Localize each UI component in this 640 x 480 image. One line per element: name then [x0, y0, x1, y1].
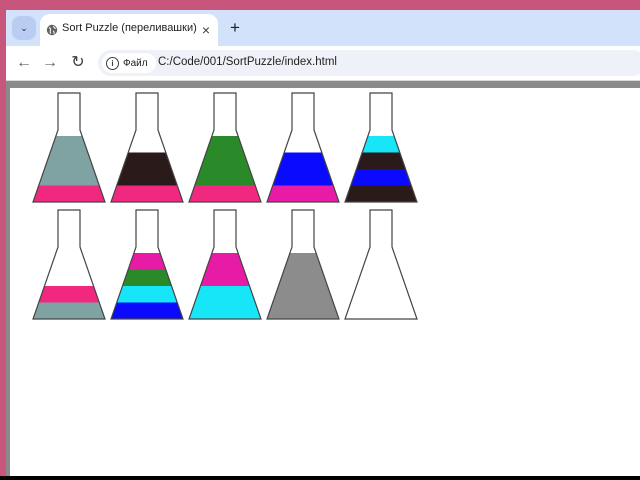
tab-search-button[interactable]: ⌄: [12, 16, 36, 40]
liquid-layer: [50, 136, 88, 153]
liquid-layer: [194, 286, 256, 303]
flask-6[interactable]: [32, 209, 106, 321]
close-icon[interactable]: ×: [198, 22, 214, 38]
site-info-chip[interactable]: i Файл: [102, 53, 156, 73]
liquid-layer: [189, 185, 261, 202]
liquid-layer: [278, 269, 328, 286]
liquid-layer: [356, 152, 406, 169]
liquid-layer: [206, 253, 244, 270]
liquid-layer: [267, 185, 339, 202]
window-frame-bottom: [0, 476, 640, 480]
liquid-layer: [362, 136, 400, 153]
liquid-layer: [38, 169, 100, 186]
liquid-layer: [194, 169, 256, 186]
liquid-layer: [122, 152, 172, 169]
liquid-layer: [345, 185, 417, 202]
liquid-layer: [38, 286, 100, 303]
flask-7[interactable]: [110, 209, 184, 321]
liquid-layer: [272, 169, 334, 186]
liquid-layer: [272, 286, 334, 303]
url-text[interactable]: C:/Code/001/SortPuzzle/index.html: [158, 56, 337, 68]
liquid-layer: [350, 169, 412, 186]
forward-arrow-icon[interactable]: →: [40, 53, 60, 73]
liquid-layer: [278, 152, 328, 169]
reload-icon[interactable]: ↻: [68, 53, 88, 73]
liquid-layer: [33, 185, 105, 202]
flask-4[interactable]: [266, 92, 340, 204]
liquid-layer: [111, 302, 183, 319]
liquid-layer: [206, 136, 244, 153]
tab-strip: ⌄ Sort Puzzle (переливашки) × +: [6, 10, 640, 46]
liquid-layer: [200, 152, 250, 169]
liquid-layer: [122, 269, 172, 286]
chevron-down-icon: ⌄: [20, 22, 28, 33]
liquid-layer: [33, 302, 105, 319]
flask-10[interactable]: [344, 209, 418, 321]
tab-sort-puzzle[interactable]: Sort Puzzle (переливашки) ×: [40, 14, 218, 46]
flask-8[interactable]: [188, 209, 262, 321]
liquid-layer: [200, 269, 250, 286]
window-frame-top: [0, 0, 640, 10]
liquid-layer: [284, 253, 322, 270]
liquid-layer: [267, 302, 339, 319]
browser-toolbar: ← → ↻ i Файл C:/Code/001/SortPuzzle/inde…: [6, 46, 640, 81]
game-board: [10, 88, 640, 476]
liquid-layer: [116, 169, 178, 186]
liquid-layer: [111, 185, 183, 202]
liquid-layer: [128, 253, 166, 270]
address-bar[interactable]: i Файл C:/Code/001/SortPuzzle/index.html: [98, 50, 640, 76]
globe-icon: [46, 24, 58, 36]
flask-1[interactable]: [32, 92, 106, 204]
tab-title: Sort Puzzle (переливашки): [62, 22, 197, 34]
flask-2[interactable]: [110, 92, 184, 204]
info-icon: i: [106, 56, 119, 70]
site-info-label: Файл: [123, 57, 148, 69]
back-arrow-icon[interactable]: ←: [14, 53, 34, 73]
liquid-layer: [189, 302, 261, 319]
flask-3[interactable]: [188, 92, 262, 204]
liquid-layer: [44, 152, 94, 169]
new-tab-button[interactable]: +: [226, 19, 244, 37]
flask-9[interactable]: [266, 209, 340, 321]
liquid-layer: [116, 286, 178, 303]
flask-5[interactable]: [344, 92, 418, 204]
